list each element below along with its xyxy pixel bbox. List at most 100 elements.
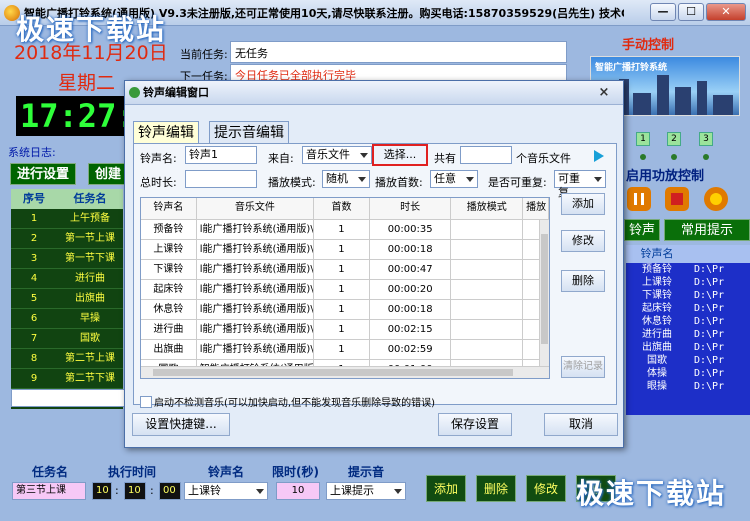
ring-grid-row[interactable]: 下课铃 l能广播打铃系统(通用版)\音 1 00:00:47 [141, 260, 549, 280]
tab-common-hints[interactable]: 常用提示 [664, 219, 750, 241]
ring-grid-row[interactable]: 起床铃 l能广播打铃系统(通用版)\音 1 00:00:20 [141, 280, 549, 300]
skip-music-checkbox[interactable] [140, 395, 152, 408]
dialog-clear-records-button[interactable]: 清除记录 [561, 356, 605, 378]
ring-list-row[interactable]: 进行曲 D:\Pr [626, 328, 750, 341]
close-window-button[interactable]: ✕ [706, 3, 746, 21]
maximize-button[interactable]: ☐ [678, 3, 704, 21]
grid-header-play[interactable]: 播放 [523, 198, 549, 219]
task-row-name: 第二节上课 [65, 353, 115, 364]
ring-name-select[interactable]: 上课铃 [184, 482, 268, 500]
grid-cell-duration: 00:00:20 [370, 280, 452, 299]
tab-hint-edit[interactable]: 提示音编辑 [209, 121, 289, 143]
dialog-add-button[interactable]: 添加 [561, 193, 605, 215]
grid-horizontal-scrollbar[interactable] [141, 366, 549, 378]
task-row[interactable]: 4 进行曲 [11, 269, 123, 289]
task-row-name: 第一节上课 [65, 233, 115, 244]
column-header-no[interactable]: 序号 [11, 189, 57, 209]
grid-header-count[interactable]: 首数 [314, 198, 370, 219]
task-row[interactable]: 1 上午预备 [11, 209, 123, 229]
ring-grid-row[interactable]: 预备铃 l能广播打铃系统(通用版)\音 1 00:00:35 [141, 220, 549, 240]
minimize-button[interactable]: — [650, 3, 676, 21]
skip-music-check-option[interactable]: 启动不检测音乐(可以加快启动,但不能发现音乐删除导致的错误) [140, 394, 435, 409]
cancel-button[interactable]: 取消 [544, 413, 618, 436]
tab-ring-edit[interactable]: 铃声编辑 [133, 121, 199, 143]
grid-cell-play-mode [451, 320, 524, 339]
banner-text: 智能广播打铃系统 [595, 63, 668, 73]
hint-sound-select[interactable]: 上课提示 [326, 482, 406, 500]
ring-grid-row[interactable]: 出旗曲 l能广播打铃系统(通用版)\音 1 00:02:59 [141, 340, 549, 360]
pause-icon[interactable] [627, 187, 651, 211]
ring-grid-row[interactable]: 上课铃 l能广播打铃系统(通用版)\音 1 00:00:18 [141, 240, 549, 260]
task-row[interactable]: 8 第二节上课 [11, 349, 123, 369]
watermark-text-bottom: 极速下载站 [576, 477, 727, 510]
channel-2-indicator[interactable]: 2 [667, 132, 681, 146]
edit-task-button[interactable]: 修改 [526, 475, 566, 502]
ring-list-header-name[interactable]: 铃声名 [626, 245, 688, 263]
ring-list-path: D:\Pr [694, 355, 725, 366]
channel-1-indicator[interactable]: 1 [636, 132, 650, 146]
task-row[interactable]: 3 第一节下课 [11, 249, 123, 269]
column-header-task-name[interactable]: 任务名 [57, 189, 123, 209]
dialog-delete-button[interactable]: 删除 [561, 270, 605, 292]
task-name-field[interactable]: 第三节上课 [12, 482, 86, 500]
save-settings-button[interactable]: 保存设置 [438, 413, 512, 436]
ring-list-row[interactable]: 国歌 D:\Pr [626, 354, 750, 367]
ring-list-path: D:\Pr [694, 303, 725, 314]
task-row[interactable]: 7 国歌 [11, 329, 123, 349]
grid-header-music-file[interactable]: 音乐文件 [197, 198, 315, 219]
second-field[interactable]: 00 [159, 482, 181, 500]
delete-task-button[interactable]: 删除 [476, 475, 516, 502]
stop-icon[interactable] [665, 187, 689, 211]
hour-field[interactable]: 10 [92, 482, 112, 500]
grid-header-ring-name[interactable]: 铃声名 [141, 198, 197, 219]
grid-vertical-scrollbar[interactable] [539, 220, 549, 378]
run-settings-button[interactable]: 进行设置 [10, 163, 76, 185]
task-row[interactable]: 6 早操 [11, 309, 123, 329]
grid-cell-music-file: l能广播打铃系统(通用版)\音 [197, 220, 315, 239]
task-row[interactable]: 2 第一节上课 [11, 229, 123, 249]
duration-field[interactable] [185, 170, 257, 188]
add-task-button[interactable]: 添加 [426, 475, 466, 502]
play-mode-select[interactable]: 随机 [322, 170, 370, 188]
grid-header-duration[interactable]: 时长 [370, 198, 452, 219]
play-icon[interactable] [594, 150, 604, 162]
ring-list-header-path[interactable] [688, 245, 750, 263]
ring-list-row[interactable]: 眼操 D:\Pr [626, 380, 750, 393]
ring-grid-row[interactable]: 进行曲 l能广播打铃系统(通用版)\音 1 00:02:15 [141, 320, 549, 340]
music-file-suffix: 个音乐文件 [516, 152, 571, 165]
create-button[interactable]: 创建 [88, 163, 128, 185]
grid-cell-duration: 00:02:15 [370, 320, 452, 339]
ring-name-input[interactable]: 铃声1 [185, 146, 257, 164]
from-select[interactable]: 音乐文件 [302, 146, 372, 164]
ring-grid-row[interactable]: 休息铃 l能广播打铃系统(通用版)\音 1 00:00:18 [141, 300, 549, 320]
tab-ring[interactable]: 铃声 [624, 219, 660, 241]
ring-list-row[interactable]: 休息铃 D:\Pr [626, 315, 750, 328]
ring-list-row[interactable]: 预备铃 D:\Pr [626, 263, 750, 276]
repeat-select[interactable]: 可重复 [554, 170, 606, 199]
minute-field[interactable]: 10 [124, 482, 146, 500]
task-row[interactable]: 9 第二节下课 [11, 369, 123, 389]
set-shortcut-button[interactable]: 设置快捷键... [132, 413, 230, 436]
choose-file-button[interactable]: 选择... [372, 144, 428, 166]
music-count-field [460, 146, 512, 164]
grid-cell-play-mode [451, 220, 524, 239]
task-table: 序号 任务名 1 上午预备 2 第一节上课 3 第一节下课 4 进行曲 5 出旗曲 6 早操 7 国歌 8 第… [11, 189, 144, 409]
ring-list-row[interactable]: 上课铃 D:\Pr [626, 276, 750, 289]
task-row[interactable]: 5 出旗曲 [11, 289, 123, 309]
grid-header-play-mode[interactable]: 播放模式 [451, 198, 524, 219]
channel-3-indicator[interactable]: 3 [699, 132, 713, 146]
ring-list-row[interactable]: 出旗曲 D:\Pr [626, 341, 750, 354]
ring-list-row[interactable]: 下课铃 D:\Pr [626, 289, 750, 302]
dialog-close-icon[interactable]: × [595, 84, 613, 102]
time-limit-label: 限时(秒) [272, 465, 319, 479]
record-icon[interactable] [704, 187, 728, 211]
time-limit-field[interactable]: 10 [276, 482, 320, 500]
ring-list-row[interactable]: 起床铃 D:\Pr [626, 302, 750, 315]
dialog-edit-button[interactable]: 修改 [561, 230, 605, 252]
ring-list-row[interactable]: 体操 D:\Pr [626, 367, 750, 380]
ring-list-table: 铃声名 预备铃 D:\Pr 上课铃 D:\Pr 下课铃 D:\Pr 起床铃 D:\Pr 休息铃 D… [626, 245, 750, 415]
amplifier-control-label[interactable]: 启用功放控制 [626, 165, 704, 184]
play-count-select[interactable]: 任意 [430, 170, 478, 188]
ring-list-name: 起床铃 [642, 303, 672, 314]
task-row-no: 5 [30, 293, 38, 304]
